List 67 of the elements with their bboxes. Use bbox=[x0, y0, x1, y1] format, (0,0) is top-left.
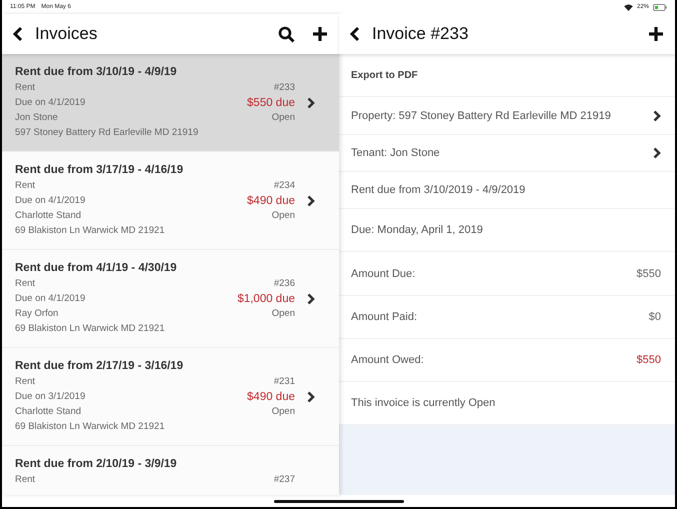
invoice-status: Open bbox=[272, 406, 295, 417]
invoice-category: Rent bbox=[15, 82, 36, 93]
invoice-due-date: Due on 4/1/2019 bbox=[15, 293, 86, 304]
detail-text: Rent due from 3/10/2019 - 4/9/2019 bbox=[351, 184, 526, 196]
search-icon[interactable] bbox=[278, 26, 295, 42]
invoice-category: Rent bbox=[15, 278, 36, 289]
header-title: Invoices bbox=[35, 24, 98, 44]
battery-icon bbox=[653, 4, 667, 10]
chevron-right-icon bbox=[653, 147, 661, 159]
invoice-amount-due: $490 due bbox=[247, 390, 295, 402]
export-pdf-button[interactable]: Export to PDF bbox=[351, 70, 418, 80]
amount-label: Amount Paid: bbox=[351, 311, 418, 323]
invoice-title: Rent due from 2/10/19 - 3/9/19 bbox=[15, 458, 178, 470]
add-icon[interactable] bbox=[313, 27, 327, 41]
invoice-tenant: Jon Stone bbox=[15, 112, 58, 123]
invoice-amount-due: $550 due bbox=[247, 96, 295, 108]
chevron-right-icon bbox=[307, 292, 315, 304]
invoice-due-date: Due on 3/1/2019 bbox=[15, 391, 86, 402]
invoice-title: Rent due from 4/1/19 - 4/30/19 bbox=[15, 262, 178, 274]
back-icon[interactable] bbox=[349, 26, 360, 42]
invoice-due-date: Due on 4/1/2019 bbox=[15, 97, 86, 108]
amount-value: $550 bbox=[636, 354, 661, 366]
invoice-title: Rent due from 3/17/19 - 4/16/19 bbox=[15, 164, 184, 176]
chevron-right-icon bbox=[307, 390, 315, 402]
chevron-right-icon bbox=[307, 96, 315, 108]
invoice-due-date: Due on 4/1/2019 bbox=[15, 195, 86, 206]
invoice-number: #237 bbox=[274, 474, 295, 485]
invoice-category: Rent bbox=[15, 474, 36, 485]
wifi-icon bbox=[624, 4, 633, 10]
invoice-number: #236 bbox=[274, 278, 295, 289]
invoice-address: 69 Blakiston Ln Warwick MD 21921 bbox=[15, 323, 165, 334]
invoice-list-item[interactable]: Rent due from 3/10/19 - 4/9/19 Rent #233 Due on 4/1/2019 $550 due Jon Stone Open 597 Stoney Battery Rd Earleville MD 21919 bbox=[2, 54, 339, 152]
back-icon[interactable] bbox=[12, 26, 23, 42]
invoice-status: Open bbox=[272, 308, 295, 319]
detail-text: Due: Monday, April 1, 2019 bbox=[351, 224, 483, 236]
invoice-list-item[interactable]: Rent due from 4/1/19 - 4/30/19 Rent #236 Due on 4/1/2019 $1,000 due Ray Orfon Open 69 Blakiston Ln Warwick MD 21921 bbox=[2, 250, 339, 348]
detail-link-row[interactable]: Tenant: Jon Stone bbox=[339, 135, 675, 172]
amount-value: $550 bbox=[636, 268, 661, 280]
chevron-right-icon bbox=[307, 194, 315, 206]
add-icon[interactable] bbox=[649, 27, 663, 41]
invoice-number: #234 bbox=[274, 180, 295, 191]
amount-value: $0 bbox=[648, 311, 661, 323]
invoice-title: Rent due from 3/10/19 - 4/9/19 bbox=[15, 66, 178, 78]
invoice-number: #231 bbox=[274, 376, 295, 387]
invoice-amount-due: $1,000 due bbox=[237, 292, 295, 304]
invoice-list-item[interactable]: Rent due from 2/17/19 - 3/16/19 Rent #231 Due on 3/1/2019 $490 due Charlotte Stand Open 69 Blakiston Ln Warwick MD 21921 bbox=[2, 348, 339, 446]
invoice-amount-due: $490 due bbox=[247, 194, 295, 206]
invoice-category: Rent bbox=[15, 180, 36, 191]
invoice-tenant: Charlotte Stand bbox=[15, 406, 82, 417]
detail-link-row[interactable]: Property: 597 Stoney Battery Rd Earleville MD 21919 bbox=[339, 97, 675, 135]
invoice-status: Open bbox=[272, 112, 295, 123]
detail-text: This invoice is currently Open bbox=[351, 397, 496, 409]
invoice-category: Rent bbox=[15, 376, 36, 387]
invoice-title: Rent due from 2/17/19 - 3/16/19 bbox=[15, 360, 184, 372]
chevron-right-icon bbox=[653, 110, 661, 122]
header-title: Invoice #233 bbox=[372, 24, 468, 44]
invoice-address: 69 Blakiston Ln Warwick MD 21921 bbox=[15, 421, 165, 432]
amount-label: Amount Owed: bbox=[351, 354, 424, 366]
invoice-list-item[interactable]: Rent due from 2/10/19 - 3/9/19 Rent #237 bbox=[2, 446, 339, 495]
invoice-address: 597 Stoney Battery Rd Earleville MD 21919 bbox=[15, 127, 198, 138]
amount-label: Amount Due: bbox=[351, 268, 416, 280]
invoice-list-item[interactable]: Rent due from 3/17/19 - 4/16/19 Rent #234 Due on 4/1/2019 $490 due Charlotte Stand Open 69 Blakiston Ln Warwick MD 21921 bbox=[2, 152, 339, 250]
invoice-tenant: Charlotte Stand bbox=[15, 210, 82, 221]
invoice-status: Open bbox=[272, 210, 295, 221]
invoice-address: 69 Blakiston Ln Warwick MD 21921 bbox=[15, 225, 165, 236]
invoice-number: #233 bbox=[274, 82, 295, 93]
invoice-tenant: Ray Orfon bbox=[15, 308, 58, 319]
